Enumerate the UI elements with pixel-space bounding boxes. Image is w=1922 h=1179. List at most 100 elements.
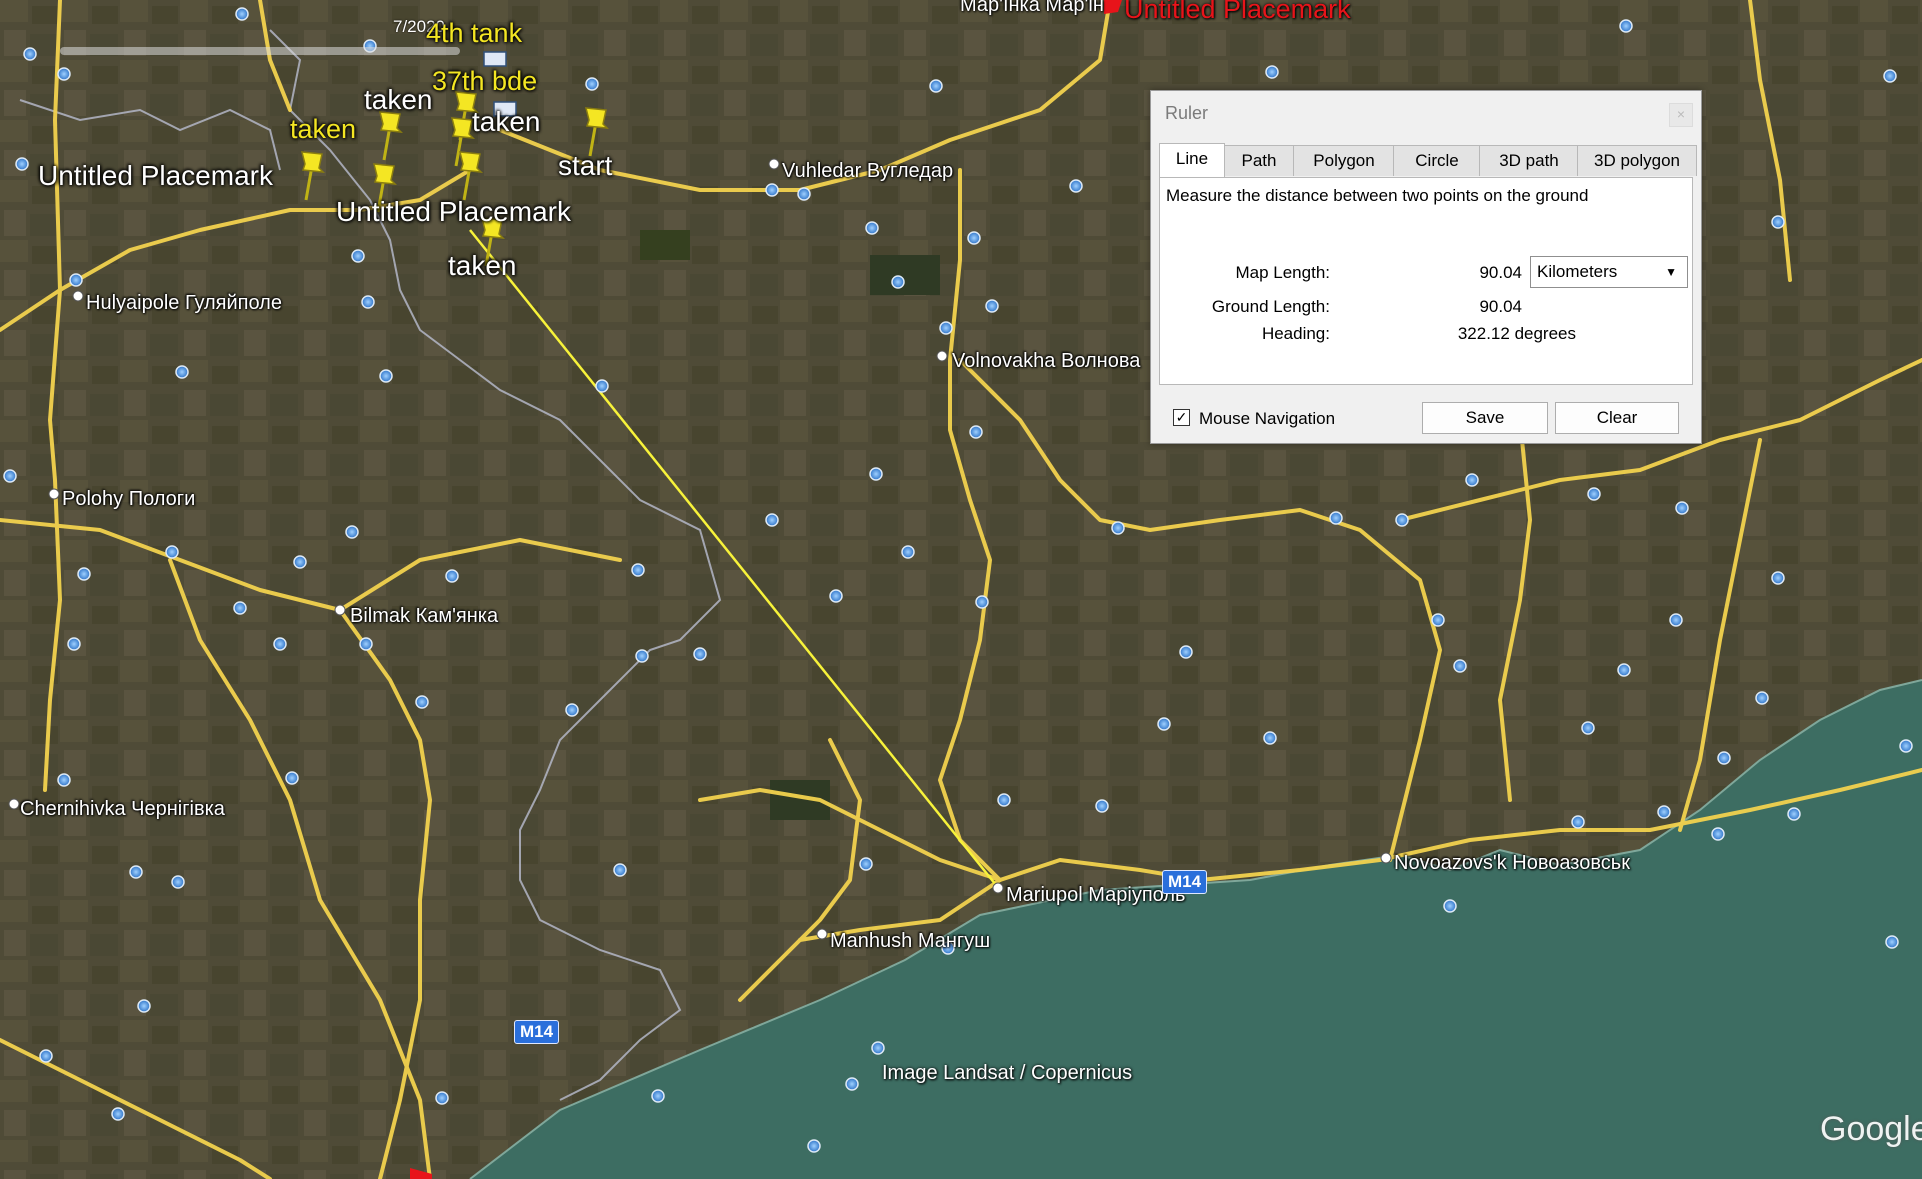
- poi-marker[interactable]: [807, 1139, 821, 1153]
- poi-marker[interactable]: [651, 1089, 665, 1103]
- poi-marker[interactable]: [1111, 521, 1125, 535]
- city-label[interactable]: Bilmak Кам'янка: [350, 605, 498, 628]
- poi-marker[interactable]: [1883, 69, 1897, 83]
- poi-marker[interactable]: [1717, 751, 1731, 765]
- placemark-label-taken[interactable]: taken: [290, 114, 356, 145]
- placemark-label-4th-tank[interactable]: 4th tank: [426, 18, 522, 49]
- poi-marker[interactable]: [693, 647, 707, 661]
- mouse-navigation-label[interactable]: Mouse Navigation: [1199, 409, 1335, 429]
- poi-marker[interactable]: [351, 249, 365, 263]
- poi-marker[interactable]: [3, 469, 17, 483]
- city-label[interactable]: Novoazovs'k Новоазовськ: [1394, 852, 1630, 875]
- city-dot[interactable]: [8, 798, 20, 810]
- poi-marker[interactable]: [865, 221, 879, 235]
- poi-marker[interactable]: [175, 365, 189, 379]
- poi-marker[interactable]: [967, 231, 981, 245]
- city-dot[interactable]: [992, 882, 1004, 894]
- poi-marker[interactable]: [1443, 899, 1457, 913]
- tab-line[interactable]: Line: [1159, 143, 1225, 177]
- placemark-label-taken[interactable]: taken: [472, 106, 541, 138]
- poi-marker[interactable]: [985, 299, 999, 313]
- poi-marker[interactable]: [1329, 511, 1343, 525]
- poi-marker[interactable]: [829, 589, 843, 603]
- poi-marker[interactable]: [1771, 215, 1785, 229]
- poi-marker[interactable]: [975, 595, 989, 609]
- city-dot[interactable]: [48, 488, 60, 500]
- poi-marker[interactable]: [997, 793, 1011, 807]
- poi-marker[interactable]: [929, 79, 943, 93]
- poi-marker[interactable]: [1787, 807, 1801, 821]
- city-label[interactable]: Мар'їнка Мар'ін: [960, 0, 1104, 17]
- poi-marker[interactable]: [1669, 613, 1683, 627]
- poi-marker[interactable]: [1617, 663, 1631, 677]
- poi-marker[interactable]: [67, 637, 81, 651]
- poi-marker[interactable]: [15, 157, 29, 171]
- poi-marker[interactable]: [797, 187, 811, 201]
- poi-marker[interactable]: [129, 865, 143, 879]
- poi-marker[interactable]: [1179, 645, 1193, 659]
- city-dot[interactable]: [936, 350, 948, 362]
- tab-3d-polygon[interactable]: 3D polygon: [1577, 145, 1697, 176]
- placemark-label-start[interactable]: start: [558, 150, 612, 182]
- tank-icon[interactable]: [483, 51, 507, 67]
- placemark-label-untitled-red[interactable]: Untitled Placemark: [1124, 0, 1351, 25]
- poi-marker[interactable]: [1657, 805, 1671, 819]
- unit-select[interactable]: Kilometers ▼: [1530, 256, 1688, 288]
- poi-marker[interactable]: [359, 637, 373, 651]
- timeline-track[interactable]: [60, 47, 460, 55]
- poi-marker[interactable]: [69, 273, 83, 287]
- city-dot[interactable]: [1380, 852, 1392, 864]
- poi-marker[interactable]: [57, 773, 71, 787]
- poi-marker[interactable]: [1675, 501, 1689, 515]
- poi-marker[interactable]: [1431, 613, 1445, 627]
- poi-marker[interactable]: [273, 637, 287, 651]
- city-dot[interactable]: [72, 290, 84, 302]
- poi-marker[interactable]: [565, 703, 579, 717]
- poi-marker[interactable]: [293, 555, 307, 569]
- city-label[interactable]: Vuhledar Вугледар: [782, 160, 953, 183]
- poi-marker[interactable]: [1587, 487, 1601, 501]
- timeline-slider[interactable]: 7/2020: [28, 17, 468, 68]
- city-label[interactable]: Mariupol Маріуполь: [1006, 884, 1185, 907]
- poi-marker[interactable]: [39, 1049, 53, 1063]
- poi-marker[interactable]: [235, 7, 249, 21]
- tab-polygon[interactable]: Polygon: [1293, 145, 1395, 176]
- poi-marker[interactable]: [901, 545, 915, 559]
- poi-marker[interactable]: [137, 999, 151, 1013]
- city-label[interactable]: Polohy Пологи: [62, 488, 195, 511]
- city-label[interactable]: Volnovakha Волнова: [952, 350, 1140, 373]
- poi-marker[interactable]: [1885, 935, 1899, 949]
- tab-circle[interactable]: Circle: [1393, 145, 1481, 176]
- poi-marker[interactable]: [631, 563, 645, 577]
- poi-marker[interactable]: [57, 67, 71, 81]
- city-dot[interactable]: [334, 604, 346, 616]
- poi-marker[interactable]: [969, 425, 983, 439]
- city-dot[interactable]: [768, 158, 780, 170]
- poi-marker[interactable]: [1157, 717, 1171, 731]
- poi-marker[interactable]: [765, 183, 779, 197]
- mouse-navigation-checkbox[interactable]: ✓: [1173, 409, 1190, 426]
- poi-marker[interactable]: [171, 875, 185, 889]
- save-button[interactable]: Save: [1422, 402, 1548, 434]
- poi-marker[interactable]: [165, 545, 179, 559]
- poi-marker[interactable]: [765, 513, 779, 527]
- poi-marker[interactable]: [595, 379, 609, 393]
- poi-marker[interactable]: [445, 569, 459, 583]
- poi-marker[interactable]: [869, 467, 883, 481]
- placemark-label-taken[interactable]: taken: [448, 250, 517, 282]
- poi-marker[interactable]: [77, 567, 91, 581]
- poi-marker[interactable]: [1771, 571, 1785, 585]
- poi-marker[interactable]: [415, 695, 429, 709]
- poi-marker[interactable]: [859, 857, 873, 871]
- city-dot[interactable]: [816, 928, 828, 940]
- poi-marker[interactable]: [1395, 513, 1409, 527]
- placemark-label-untitled[interactable]: Untitled Placemark: [336, 196, 571, 228]
- poi-marker[interactable]: [891, 275, 905, 289]
- poi-marker[interactable]: [1069, 179, 1083, 193]
- city-label[interactable]: Hulyaipole Гуляйполе: [86, 292, 282, 315]
- poi-marker[interactable]: [111, 1107, 125, 1121]
- poi-marker[interactable]: [1095, 799, 1109, 813]
- placemark-label-taken[interactable]: taken: [364, 84, 433, 116]
- tab-3d-path[interactable]: 3D path: [1479, 145, 1579, 176]
- poi-marker[interactable]: [613, 863, 627, 877]
